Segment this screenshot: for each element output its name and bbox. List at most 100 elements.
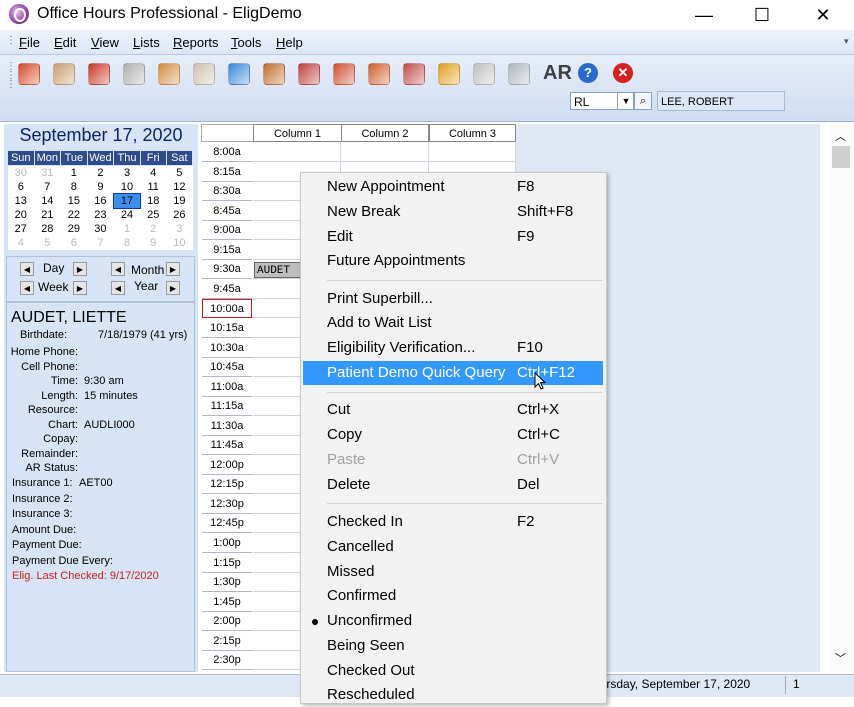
superbill-icon[interactable] bbox=[368, 63, 390, 85]
calendar-day[interactable]: 30 bbox=[87, 222, 114, 236]
calendar-day[interactable]: 31 bbox=[34, 165, 61, 180]
prev-week-button[interactable]: ◀ bbox=[20, 281, 34, 295]
menu-file[interactable]: File bbox=[19, 35, 40, 50]
menu-item-being-seen[interactable]: Being Seen bbox=[303, 634, 603, 658]
menu-item-cut[interactable]: Cut Ctrl+X bbox=[303, 398, 603, 422]
exit-icon[interactable]: ✕ bbox=[613, 63, 633, 83]
next-day-button[interactable]: ▶ bbox=[73, 262, 87, 276]
calendar-day[interactable]: 4 bbox=[140, 165, 167, 180]
calendar-day[interactable]: 15 bbox=[60, 194, 88, 208]
menu-tools[interactable]: Tools bbox=[231, 35, 261, 50]
next-week-button[interactable]: ▶ bbox=[73, 281, 87, 295]
calendar-day[interactable]: 21 bbox=[34, 208, 61, 222]
scroll-down-icon[interactable]: ﹀ bbox=[835, 650, 846, 666]
chevron-down-icon[interactable]: ▼ bbox=[617, 92, 634, 110]
menu-item-rescheduled[interactable]: Rescheduled bbox=[303, 683, 603, 707]
prev-year-button[interactable]: ◀ bbox=[111, 281, 125, 295]
menu-lists[interactable]: Lists bbox=[133, 35, 160, 50]
edit-appointment-icon[interactable] bbox=[53, 63, 75, 85]
calendar-day-selected[interactable]: 17 bbox=[112, 193, 142, 209]
menu-item-unconfirmed[interactable]: Unconfirmed bbox=[303, 609, 603, 633]
search-icon[interactable] bbox=[438, 63, 460, 85]
appointment-block[interactable]: AUDET bbox=[254, 262, 302, 278]
calendar-day[interactable]: 10 bbox=[113, 180, 141, 194]
calendar-day[interactable]: 16 bbox=[87, 194, 114, 208]
column-header[interactable]: Column 3 bbox=[429, 124, 516, 142]
prev-month-button[interactable]: ◀ bbox=[111, 262, 125, 276]
calendar-day[interactable]: 20 bbox=[7, 208, 34, 222]
calendar-day[interactable]: 22 bbox=[60, 208, 88, 222]
menu-item-delete[interactable]: Delete Del bbox=[303, 473, 603, 497]
calendar-day[interactable]: 26 bbox=[166, 208, 193, 222]
calendar-day[interactable]: 2 bbox=[87, 165, 114, 180]
calendar-day[interactable]: 5 bbox=[166, 165, 193, 180]
calendar-icon[interactable] bbox=[298, 63, 320, 85]
calendar-day[interactable]: 12 bbox=[166, 180, 193, 194]
prev-day-button[interactable]: ◀ bbox=[20, 262, 34, 276]
calendar-day[interactable]: 9 bbox=[87, 180, 114, 194]
notes-icon[interactable] bbox=[333, 63, 355, 85]
minimize-button[interactable]: — bbox=[681, 0, 727, 30]
cut-icon[interactable] bbox=[123, 63, 145, 85]
calendar-day[interactable]: 6 bbox=[60, 236, 88, 250]
menu-item-copy[interactable]: Copy Ctrl+C bbox=[303, 423, 603, 447]
menu-reports[interactable]: Reports bbox=[173, 35, 219, 50]
calendar-day[interactable]: 27 bbox=[7, 222, 34, 236]
menu-item-future-appointments[interactable]: Future Appointments bbox=[303, 249, 603, 273]
calendar-day[interactable]: 30 bbox=[7, 165, 34, 180]
menu-item-checked-in[interactable]: Checked In F2 bbox=[303, 510, 603, 534]
column-header[interactable]: Column 2 bbox=[341, 124, 429, 142]
calendar-day[interactable]: 10 bbox=[166, 236, 193, 250]
calendar-day[interactable]: 25 bbox=[140, 208, 167, 222]
providers-icon[interactable] bbox=[263, 63, 285, 85]
menu-item-print-superbill[interactable]: Print Superbill... bbox=[303, 287, 603, 311]
document-icon[interactable] bbox=[473, 63, 495, 85]
calendar-day[interactable]: 5 bbox=[34, 236, 61, 250]
schedule-row[interactable] bbox=[253, 143, 516, 162]
help-icon[interactable]: ? bbox=[578, 63, 598, 83]
calendar-day[interactable]: 2 bbox=[140, 222, 167, 236]
calendar-day[interactable]: 23 bbox=[87, 208, 114, 222]
calendar-day[interactable]: 8 bbox=[60, 180, 88, 194]
calendar-day[interactable]: 6 bbox=[7, 180, 34, 194]
calendar-day[interactable]: 3 bbox=[166, 222, 193, 236]
menu-item-eligibility-verification[interactable]: Eligibility Verification... F10 bbox=[303, 336, 603, 360]
scroll-thumb[interactable] bbox=[832, 146, 850, 168]
next-month-button[interactable]: ▶ bbox=[166, 262, 180, 276]
calendar-day[interactable]: 29 bbox=[60, 222, 88, 236]
calendar-day[interactable]: 1 bbox=[113, 222, 141, 236]
calendar-day[interactable]: 24 bbox=[113, 208, 141, 222]
scroll-up-icon[interactable]: ︿ bbox=[835, 128, 846, 144]
menu-overflow-icon[interactable]: ▾ bbox=[844, 36, 849, 47]
column-header[interactable]: Column 1 bbox=[253, 124, 342, 142]
globe-icon[interactable] bbox=[228, 63, 250, 85]
calendar-day[interactable]: 9 bbox=[140, 236, 167, 250]
ar-icon[interactable]: AR bbox=[543, 60, 572, 86]
delete-appointment-icon[interactable] bbox=[88, 63, 110, 85]
vertical-scrollbar[interactable] bbox=[830, 124, 852, 672]
person-icon[interactable] bbox=[193, 63, 215, 85]
menu-item-new-break[interactable]: New Break Shift+F8 bbox=[303, 200, 603, 224]
calendar-day[interactable]: 7 bbox=[34, 180, 61, 194]
patients-icon[interactable] bbox=[158, 63, 180, 85]
menu-view[interactable]: View bbox=[91, 35, 119, 50]
calendar-day[interactable]: 14 bbox=[34, 194, 61, 208]
menu-item-new-appointment[interactable]: New Appointment F8 bbox=[303, 175, 603, 199]
menu-item-confirmed[interactable]: Confirmed bbox=[303, 584, 603, 608]
menu-item-edit[interactable]: Edit F9 bbox=[303, 225, 603, 249]
calendar-day[interactable]: 11 bbox=[140, 180, 167, 194]
calendar-day[interactable]: 19 bbox=[166, 194, 193, 208]
report-icon[interactable] bbox=[403, 63, 425, 85]
menu-item-missed[interactable]: Missed bbox=[303, 560, 603, 584]
next-year-button[interactable]: ▶ bbox=[166, 281, 180, 295]
calendar-day[interactable]: 3 bbox=[113, 165, 141, 180]
provider-search-button[interactable]: ⌕ bbox=[634, 92, 652, 110]
menu-item-patient-demo-quick-query[interactable]: Patient Demo Quick Query Ctrl+F12 bbox=[303, 360, 603, 385]
menu-item-cancelled[interactable]: Cancelled bbox=[303, 535, 603, 559]
calendar-day[interactable]: 1 bbox=[60, 165, 88, 180]
new-appointment-icon[interactable] bbox=[18, 63, 40, 85]
menu-item-checked-out[interactable]: Checked Out bbox=[303, 659, 603, 683]
calendar-day[interactable]: 13 bbox=[7, 194, 34, 208]
calendar-day[interactable]: 4 bbox=[7, 236, 34, 250]
calendar-day[interactable]: 8 bbox=[113, 236, 141, 250]
